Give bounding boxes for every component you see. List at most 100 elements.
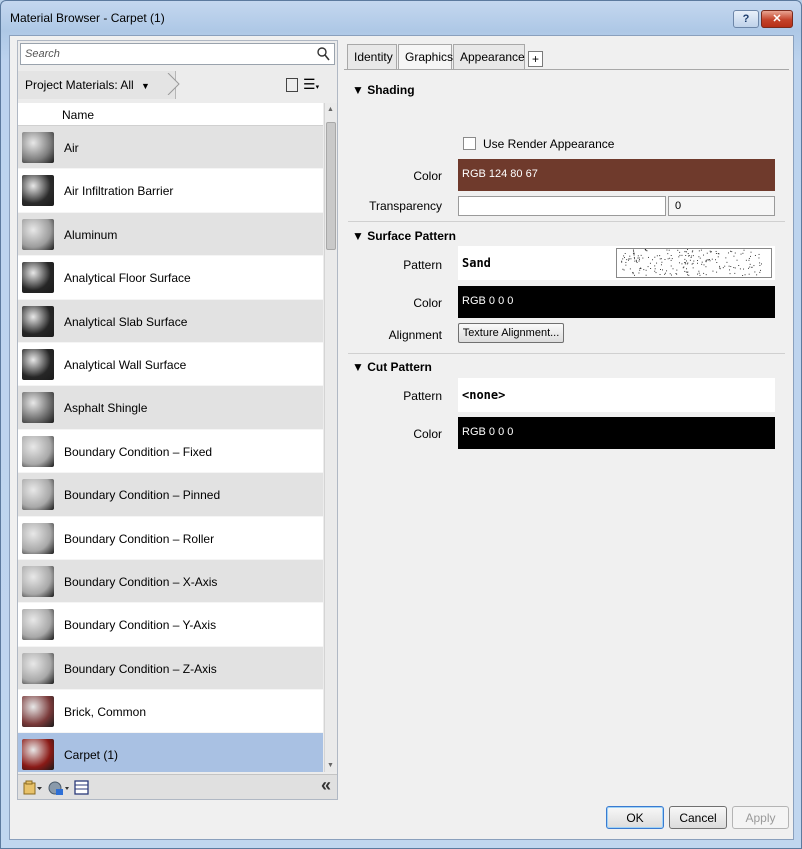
- cut-pattern-label: Pattern: [403, 389, 442, 403]
- create-material-icon[interactable]: [48, 780, 70, 796]
- list-item[interactable]: Air Infiltration Barrier: [18, 169, 323, 213]
- scroll-down-icon[interactable]: ▼: [327, 762, 334, 769]
- material-list-panel: Search Project Materials: All ▼ ☰▾ Name …: [17, 40, 338, 800]
- filter-bar: Project Materials: All ▼ ☰▾: [18, 71, 337, 101]
- sand-pattern-preview: [616, 248, 772, 278]
- transparency-value[interactable]: 0: [668, 196, 775, 216]
- cut-color-swatch[interactable]: RGB 0 0 0: [458, 417, 775, 449]
- material-name: Aluminum: [64, 227, 118, 242]
- material-name: Boundary Condition – Roller: [64, 531, 215, 546]
- ok-button[interactable]: OK: [606, 806, 664, 829]
- list-item[interactable]: Boundary Condition – Roller: [18, 516, 323, 560]
- material-thumbnail: [22, 696, 54, 728]
- material-thumbnail: [22, 348, 54, 380]
- material-thumbnail: [22, 522, 54, 554]
- search-input[interactable]: Search: [20, 43, 335, 65]
- material-name: Carpet (1): [64, 748, 119, 763]
- apply-button[interactable]: Apply: [732, 806, 789, 829]
- cut-color-label: Color: [413, 427, 442, 441]
- shading-color-swatch[interactable]: RGB 124 80 67: [458, 159, 775, 191]
- alignment-label: Alignment: [388, 328, 442, 342]
- asset-browser-icon[interactable]: [74, 780, 90, 796]
- use-render-appearance-label: Use Render Appearance: [483, 137, 615, 151]
- cut-pattern-field[interactable]: <none>: [458, 378, 775, 412]
- list-item[interactable]: Boundary Condition – Pinned: [18, 473, 323, 517]
- material-name: Air Infiltration Barrier: [64, 184, 174, 199]
- divider: [348, 221, 785, 222]
- material-list: Air Air Infiltration Barrier Aluminum Analy…: [18, 126, 323, 772]
- dialog-client: Search Project Materials: All ▼ ☰▾ Name …: [9, 35, 794, 840]
- list-item[interactable]: Analytical Floor Surface: [18, 256, 323, 300]
- material-thumbnail: [22, 218, 54, 250]
- material-thumbnail: [22, 652, 54, 684]
- material-thumbnail: [22, 565, 54, 597]
- list-item[interactable]: Aluminum: [18, 212, 323, 257]
- toggle-panel-icon[interactable]: [286, 78, 298, 92]
- open-library-icon[interactable]: [23, 780, 43, 796]
- transparency-slider[interactable]: [458, 196, 666, 216]
- shading-section-header[interactable]: ▼ Shading: [352, 83, 415, 97]
- tab-appearance[interactable]: Appearance: [453, 44, 525, 70]
- tab-graphics[interactable]: Graphics: [398, 44, 453, 71]
- cut-pattern-value: <none>: [462, 388, 506, 402]
- project-materials-filter[interactable]: Project Materials: All ▼: [18, 71, 180, 99]
- list-item[interactable]: Boundary Condition – Y-Axis: [18, 603, 323, 647]
- name-column-header: Name: [62, 108, 95, 122]
- surface-color-swatch[interactable]: RGB 0 0 0: [458, 286, 775, 318]
- material-thumbnail: [22, 609, 54, 641]
- scroll-thumb[interactable]: [326, 122, 336, 250]
- material-thumbnail: [22, 739, 54, 771]
- material-thumbnail: [22, 479, 54, 511]
- list-item[interactable]: Carpet (1): [18, 733, 323, 772]
- tab-identity[interactable]: Identity: [347, 44, 397, 70]
- texture-alignment-button[interactable]: Texture Alignment...: [458, 323, 564, 343]
- list-item[interactable]: Boundary Condition – X-Axis: [18, 559, 323, 604]
- breadcrumb-chevron-icon: [167, 73, 180, 95]
- cancel-button[interactable]: Cancel: [669, 806, 727, 829]
- shading-color-label: Color: [413, 169, 442, 183]
- list-item[interactable]: Analytical Slab Surface: [18, 299, 323, 343]
- list-item[interactable]: Brick, Common: [18, 690, 323, 734]
- transparency-label: Transparency: [369, 199, 442, 213]
- collapse-panel-icon[interactable]: «: [321, 775, 331, 796]
- list-header[interactable]: Name: [18, 103, 323, 126]
- material-browser-window: Material Browser - Carpet (1) ? ✕ Search…: [0, 0, 802, 849]
- material-thumbnail: [22, 305, 54, 337]
- list-view-icon[interactable]: ☰▾: [303, 77, 325, 93]
- material-name: Brick, Common: [64, 705, 147, 720]
- material-name: Analytical Wall Surface: [64, 357, 187, 372]
- material-name: Air: [64, 141, 79, 155]
- material-thumbnail: [22, 262, 54, 294]
- help-button[interactable]: ?: [733, 10, 759, 28]
- use-render-appearance-checkbox[interactable]: [463, 137, 476, 150]
- title-bar: Material Browser - Carpet (1) ? ✕: [1, 1, 801, 35]
- surface-pattern-value: Sand: [462, 256, 491, 270]
- material-thumbnail: [22, 435, 54, 467]
- window-title: Material Browser - Carpet (1): [10, 11, 165, 25]
- cut-pattern-section-header[interactable]: ▼ Cut Pattern: [352, 360, 432, 374]
- close-button[interactable]: ✕: [761, 10, 793, 28]
- material-thumbnail: [22, 392, 54, 424]
- list-item[interactable]: Boundary Condition – Fixed: [18, 429, 323, 474]
- filter-dropdown-arrow: ▼: [141, 81, 150, 91]
- divider: [348, 353, 785, 354]
- list-item[interactable]: Analytical Wall Surface: [18, 342, 323, 387]
- scroll-up-icon[interactable]: ▲: [327, 106, 334, 113]
- material-thumbnail: [22, 132, 54, 163]
- search-placeholder: Search: [25, 48, 60, 60]
- surface-pattern-section-header[interactable]: ▼ Surface Pattern: [352, 229, 456, 243]
- material-name: Boundary Condition – Z-Axis: [64, 661, 217, 676]
- material-name: Boundary Condition – Y-Axis: [64, 618, 217, 633]
- material-name: Analytical Floor Surface: [64, 271, 191, 286]
- list-item[interactable]: Boundary Condition – Z-Axis: [18, 646, 323, 691]
- material-thumbnail: [22, 175, 54, 207]
- material-name: Boundary Condition – X-Axis: [64, 574, 218, 589]
- material-name: Boundary Condition – Fixed: [64, 444, 213, 459]
- list-item[interactable]: Asphalt Shingle: [18, 386, 323, 430]
- search-icon: [317, 47, 330, 61]
- material-name: Boundary Condition – Pinned: [64, 488, 221, 503]
- material-name: Asphalt Shingle: [64, 401, 148, 416]
- list-item[interactable]: Air: [18, 126, 323, 170]
- add-tab-button[interactable]: +: [528, 51, 543, 67]
- list-scrollbar[interactable]: ▲ ▼: [324, 103, 337, 772]
